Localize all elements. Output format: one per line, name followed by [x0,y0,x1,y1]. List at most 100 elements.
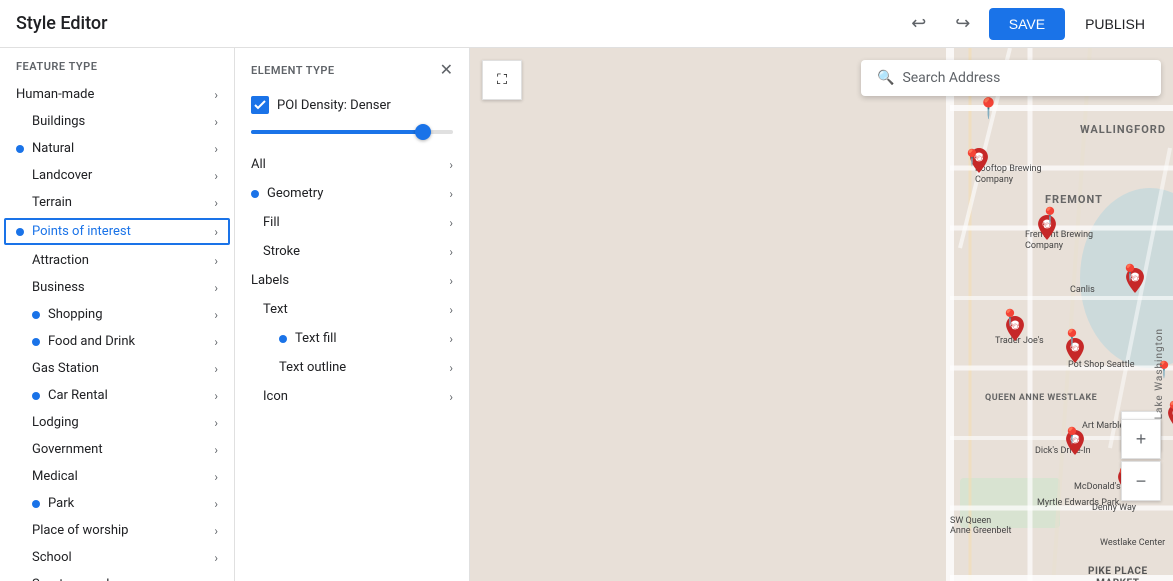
dot-indicator [251,190,259,198]
chevron-icon: › [214,497,218,511]
dot-indicator [32,392,40,400]
chevron-icon: › [449,361,453,375]
feature-label: Shopping [48,307,103,322]
place-rooftop-brewing: Rooftop BrewingCompany [975,164,1042,186]
publish-button[interactable]: PUBLISH [1073,8,1157,40]
dot-indicator [32,338,40,346]
feature-item-landcover[interactable]: Landcover › [0,162,234,189]
chevron-icon: › [214,196,218,210]
feature-label: Park [48,496,74,511]
feature-item-place-of-worship[interactable]: Place of worship › [0,517,234,544]
feature-item-terrain[interactable]: Terrain › [0,189,234,216]
feature-item-park[interactable]: Park › [0,490,234,517]
feature-label: Landcover [32,168,92,183]
fullscreen-icon: ⛶ [497,72,507,88]
chevron-icon: › [214,416,218,430]
element-item-labels[interactable]: Labels › [235,266,469,295]
main-content: Feature type Human-made › Buildings › Na… [0,48,1173,581]
element-label: Icon [263,389,288,404]
chevron-icon: › [214,362,218,376]
feature-item-natural[interactable]: Natural › [0,135,234,162]
feature-item-government[interactable]: Government › [0,436,234,463]
density-slider-thumb[interactable] [415,124,431,140]
chevron-icon: › [214,225,218,239]
element-item-geometry[interactable]: Geometry › [235,179,469,208]
element-label: Fill [263,215,280,230]
feature-item-gas-station[interactable]: Gas Station › [0,355,234,382]
chevron-icon: › [449,303,453,317]
feature-label: Buildings [32,114,85,129]
element-label: Geometry [267,186,323,201]
feature-item-points-of-interest[interactable]: Points of interest › [4,218,230,245]
feature-item-car-rental[interactable]: Car Rental › [0,382,234,409]
save-button[interactable]: SAVE [989,8,1065,40]
element-item-text[interactable]: Text › [235,295,469,324]
element-item-text-outline[interactable]: Text outline › [235,353,469,382]
map-label-wallingford: WALLINGFORD [1080,123,1166,136]
feature-item-food-drink[interactable]: Food and Drink › [0,328,234,355]
chevron-icon: › [449,245,453,259]
poi-density-checkbox[interactable] [251,96,269,114]
chevron-icon: › [214,308,218,322]
chevron-icon: › [214,524,218,538]
place-sw-queen-anne: SW QueenAnne Greenbelt [950,516,1011,536]
chevron-icon: › [214,389,218,403]
chevron-icon: › [449,390,453,404]
header-actions: ↩ ↪ SAVE PUBLISH [901,6,1157,42]
chevron-icon: › [214,335,218,349]
feature-item-medical[interactable]: Medical › [0,463,234,490]
feature-item-shopping[interactable]: Shopping › [0,301,234,328]
lake-washington-label: Lake Washington [1154,328,1165,419]
chevron-icon: › [214,142,218,156]
feature-item-human-made[interactable]: Human-made › [0,81,234,108]
element-item-fill[interactable]: Fill › [235,208,469,237]
feature-panel-heading: Feature type [0,48,234,81]
element-type-panel: Element type ✕ POI Density: Denser All › [235,48,470,581]
element-item-text-fill[interactable]: Text fill › [235,324,469,353]
element-item-icon[interactable]: Icon › [235,382,469,411]
zoom-in-button[interactable]: + [1121,419,1161,459]
chevron-icon: › [214,578,218,581]
feature-label: Terrain [32,195,72,210]
poi-pin: 📍 [1120,263,1140,282]
element-label: Text outline [279,360,346,375]
fullscreen-button[interactable]: ⛶ [482,60,522,100]
search-icon: 🔍 [877,70,894,86]
chevron-icon: › [449,187,453,201]
zoom-out-button[interactable]: − [1121,461,1161,501]
feature-item-lodging[interactable]: Lodging › [0,409,234,436]
poi-density-label: POI Density: Denser [277,98,391,113]
chevron-icon: › [214,281,218,295]
place-trader-joes-2: Trader Joe's [995,336,1044,346]
chevron-icon: › [449,274,453,288]
app-title: Style Editor [16,13,108,34]
dot-indicator [32,311,40,319]
redo-button[interactable]: ↪ [945,6,981,42]
search-bar[interactable]: 🔍 Search Address [861,60,1161,96]
poi-pin: 📍 [976,96,1001,120]
close-button[interactable]: ✕ [440,60,453,80]
app-header: Style Editor ↩ ↪ SAVE PUBLISH [0,0,1173,48]
element-item-stroke[interactable]: Stroke › [235,237,469,266]
feature-type-panel: Feature type Human-made › Buildings › Na… [0,48,235,581]
map-area[interactable]: WALLINGFORD FREMONT LAURELHURST EASTLAKE… [470,48,1173,581]
poi-pin: 📍 [1040,206,1060,225]
feature-item-business[interactable]: Business › [0,274,234,301]
poi-density-control[interactable]: POI Density: Denser [235,88,469,126]
undo-button[interactable]: ↩ [901,6,937,42]
feature-item-attraction[interactable]: Attraction › [0,247,234,274]
poi-pin: 📍 [1164,400,1173,419]
density-slider-track[interactable] [251,130,453,134]
feature-label: Place of worship [32,523,128,538]
feature-item-sports-complex[interactable]: Sports complex › [0,571,234,581]
feature-label: School [32,550,72,565]
feature-item-buildings[interactable]: Buildings › [0,108,234,135]
place-denny-way: Denny Way [1092,503,1136,513]
place-westlake-center: Westlake Center [1100,538,1165,548]
map-label-fremont: FREMONT [1045,193,1103,206]
feature-label: Natural [32,141,74,156]
feature-item-school[interactable]: School › [0,544,234,571]
poi-pin: 📍 [1062,328,1082,347]
poi-pin: 📍 [1000,308,1020,327]
element-item-all[interactable]: All › [235,150,469,179]
